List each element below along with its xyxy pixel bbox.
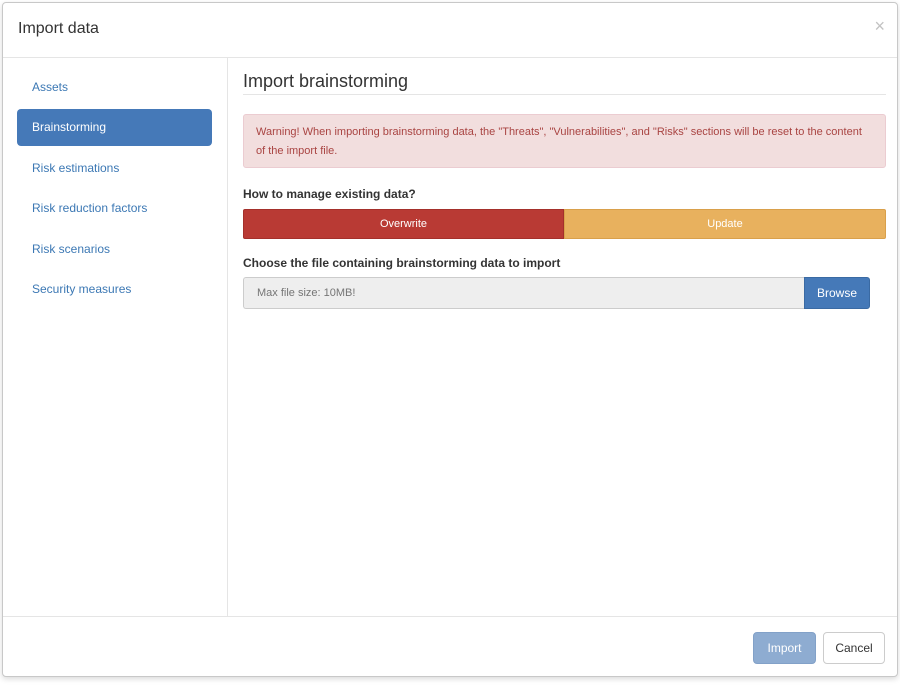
update-button[interactable]: Update — [564, 209, 886, 239]
sidebar-nav: Assets Brainstorming Risk estimations Ri… — [3, 58, 228, 616]
sidebar-item-security-measures[interactable]: Security measures — [17, 271, 212, 308]
sidebar-item-assets[interactable]: Assets — [17, 69, 212, 106]
import-button[interactable]: Import — [753, 632, 816, 664]
sidebar-item-risk-scenarios[interactable]: Risk scenarios — [17, 231, 212, 268]
import-data-dialog: Import data × Assets Brainstorming Risk … — [2, 2, 898, 677]
sidebar-item-risk-reduction-factors[interactable]: Risk reduction factors — [17, 190, 212, 227]
page-title: Import brainstorming — [243, 71, 409, 91]
file-choose-label: Choose the file containing brainstorming… — [243, 256, 561, 270]
dialog-header: Import data × — [3, 3, 897, 58]
warning-alert: Warning! When importing brainstorming da… — [243, 114, 886, 168]
dialog-title: Import data — [18, 20, 99, 37]
manage-mode-toggle: Overwrite Update — [243, 209, 886, 239]
title-divider — [243, 94, 886, 95]
sidebar-item-risk-estimations[interactable]: Risk estimations — [17, 150, 212, 187]
cancel-button[interactable]: Cancel — [823, 632, 885, 664]
dialog-footer: Import Cancel — [3, 616, 897, 678]
close-icon[interactable]: × — [874, 17, 885, 35]
browse-button[interactable]: Browse — [804, 277, 870, 309]
file-path-input[interactable] — [243, 277, 804, 309]
manage-existing-label: How to manage existing data? — [243, 187, 416, 201]
sidebar-item-brainstorming[interactable]: Brainstorming — [17, 109, 212, 146]
overwrite-button[interactable]: Overwrite — [243, 209, 564, 239]
